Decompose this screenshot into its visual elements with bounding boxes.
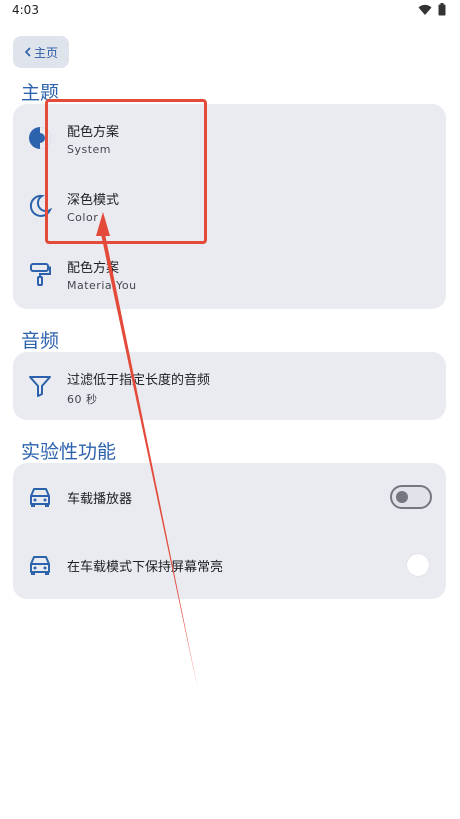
annotation-arrow <box>96 212 198 690</box>
